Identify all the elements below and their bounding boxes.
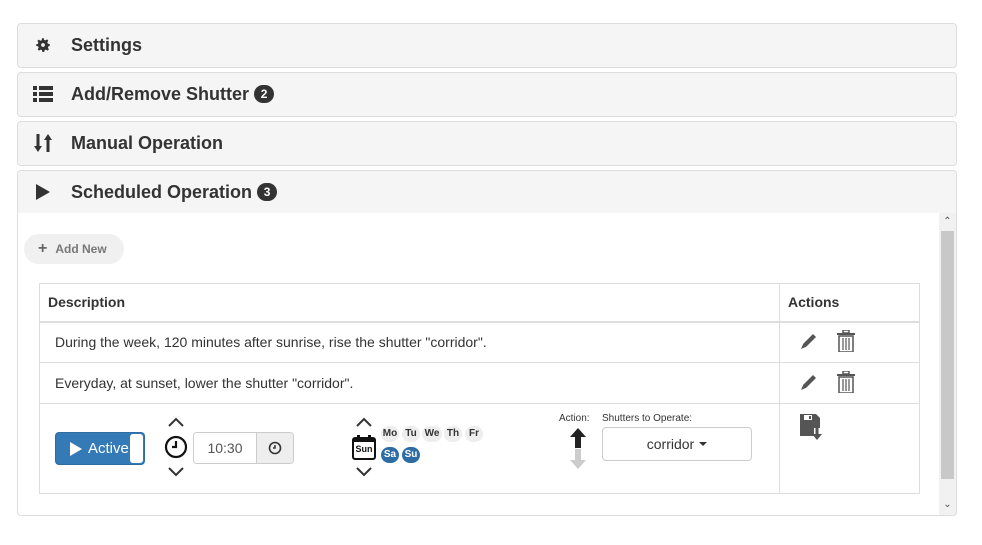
calendar-icon: Sun (352, 434, 376, 460)
column-header-actions: Actions (779, 283, 920, 323)
day-toggle-we[interactable]: We (422, 426, 442, 442)
day-toggle-th[interactable]: Th (444, 426, 462, 442)
shutters-to-operate-label: Shutters to Operate: (602, 413, 693, 424)
panel-scheduled-operation[interactable]: Scheduled Operation 3 (17, 170, 957, 215)
schedule-table: Description Actions During the week, 120… (39, 283, 920, 494)
panel-title: Scheduled Operation 3 (71, 182, 278, 203)
day-down-chevron-icon[interactable] (354, 466, 374, 478)
arrow-up-icon[interactable] (569, 428, 587, 448)
edit-pencil-icon[interactable] (799, 331, 819, 354)
day-toggle-mo[interactable]: Mo (381, 426, 399, 442)
list-icon (32, 83, 54, 105)
schedule-count-badge: 3 (257, 183, 278, 201)
add-new-button[interactable]: + Add New (24, 234, 124, 264)
play-icon (32, 181, 54, 203)
day-toggle-su[interactable]: Su (402, 447, 420, 463)
caret-down-icon (699, 442, 708, 446)
day-toggle-sa[interactable]: Sa (381, 447, 399, 463)
time-up-chevron-icon[interactable] (166, 416, 186, 428)
action-label: Action: (559, 413, 590, 424)
day-toggle-tu[interactable]: Tu (402, 426, 420, 442)
day-toggle-fr[interactable]: Fr (465, 426, 483, 442)
column-header-description: Description (39, 283, 780, 323)
delete-trash-icon[interactable] (837, 369, 855, 396)
schedule-description: Everyday, at sunset, lower the shutter "… (39, 362, 780, 404)
delete-trash-icon[interactable] (837, 329, 855, 355)
table-row: During the week, 120 minutes after sunri… (39, 321, 920, 363)
clock-icon (164, 435, 188, 459)
shutter-count-badge: 2 (254, 85, 275, 103)
sort-arrows-icon (32, 132, 54, 154)
time-picker-button[interactable] (256, 433, 293, 463)
panel-add-remove-shutter[interactable]: Add/Remove Shutter 2 (17, 72, 957, 117)
day-up-chevron-icon[interactable] (354, 416, 374, 428)
vertical-scrollbar[interactable]: ⌃ ⌄ (939, 213, 956, 515)
save-icon[interactable] (800, 414, 824, 440)
panel-title: Add/Remove Shutter 2 (71, 84, 275, 105)
time-input[interactable] (194, 433, 256, 463)
scroll-down-arrow-icon[interactable]: ⌄ (939, 497, 956, 513)
arrow-down-icon[interactable] (569, 449, 587, 469)
panel-manual-operation[interactable]: Manual Operation (17, 121, 957, 166)
time-input-group (193, 432, 294, 464)
edit-pencil-icon[interactable] (799, 372, 819, 395)
scroll-up-arrow-icon[interactable]: ⌃ (939, 214, 956, 230)
plus-icon: + (38, 240, 48, 257)
scrollbar-thumb[interactable] (941, 231, 954, 479)
shutter-select-dropdown[interactable]: corridor (602, 427, 752, 461)
active-toggle-button[interactable]: Active (55, 432, 145, 465)
schedule-description: During the week, 120 minutes after sunri… (39, 321, 780, 363)
gear-icon (32, 34, 54, 56)
panel-settings[interactable]: Settings (17, 23, 957, 68)
toggle-knob (130, 434, 143, 463)
clock-icon (268, 441, 282, 455)
schedule-editor-row: Active 10:30 Sun Mo Tu We Th Fr Sa Su Ac… (39, 403, 920, 494)
table-row: Everyday, at sunset, lower the shutter "… (39, 362, 920, 404)
panel-title: Settings (71, 35, 143, 55)
panel-title: Manual Operation (71, 133, 224, 153)
time-down-chevron-icon[interactable] (166, 466, 186, 478)
scheduled-operation-body: + Add New Description Actions During the… (17, 213, 957, 516)
play-icon (70, 441, 82, 456)
